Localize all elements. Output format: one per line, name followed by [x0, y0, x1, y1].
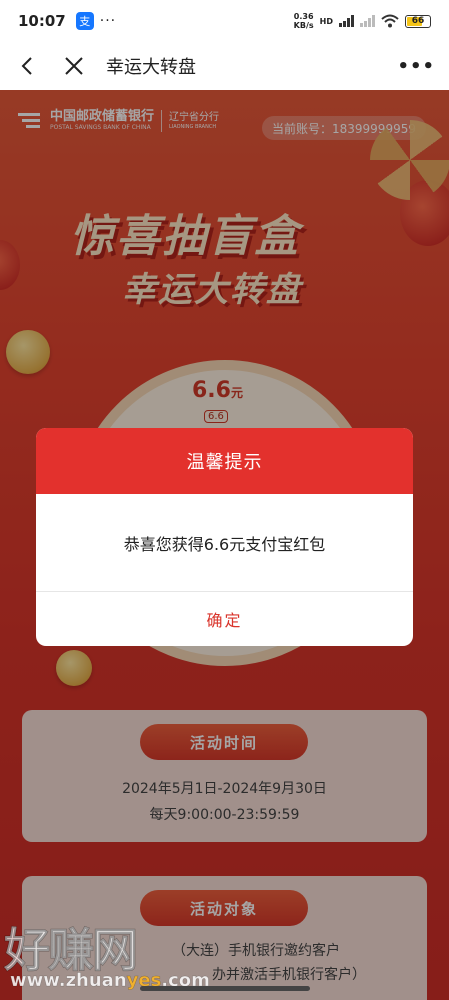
net-speed-unit: KB/s — [293, 21, 314, 30]
confirm-button[interactable]: 确定 — [36, 592, 413, 646]
signal-icon-2 — [360, 15, 375, 27]
net-speed-value: 0.36 — [293, 12, 314, 21]
wifi-icon — [381, 14, 399, 28]
dialog-message: 恭喜您获得6.6元支付宝红包 — [36, 494, 413, 592]
nav-bar: 幸运大转盘 ••• — [0, 42, 449, 90]
close-icon[interactable] — [56, 55, 92, 77]
home-indicator[interactable] — [140, 986, 310, 991]
signal-icon — [339, 15, 354, 27]
status-time: 10:07 — [18, 12, 66, 30]
page-title: 幸运大转盘 — [106, 57, 196, 78]
battery-icon: 66 — [405, 14, 431, 28]
prize-dialog: 温馨提示 恭喜您获得6.6元支付宝红包 确定 — [36, 428, 413, 646]
net-speed: 0.36 KB/s — [294, 12, 314, 30]
alipay-notification-icon: 支 — [75, 12, 94, 30]
more-notifications-icon: ··· — [99, 13, 117, 29]
dialog-title: 温馨提示 — [36, 428, 413, 494]
watermark-url-prefix: www.zhuan — [10, 970, 127, 992]
battery-level: 66 — [411, 16, 425, 26]
more-menu-button[interactable]: ••• — [397, 56, 435, 77]
hd-label: HD — [319, 16, 333, 26]
chevron-left-icon[interactable] — [14, 55, 42, 77]
status-bar: 10:07 支 ··· 0.36 KB/s HD 66 — [0, 0, 449, 42]
status-right-group: 0.36 KB/s HD 66 — [294, 12, 431, 30]
